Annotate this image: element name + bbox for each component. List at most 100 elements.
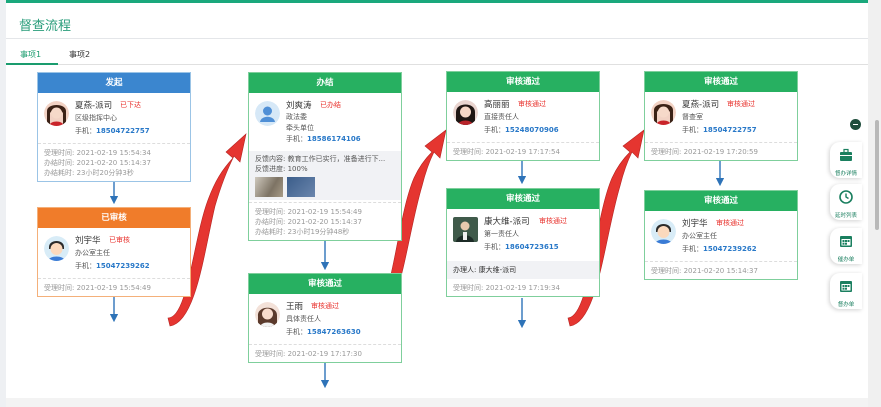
- person-phone: 手机：15047239262: [682, 245, 757, 253]
- status-badge: 审核通过: [716, 219, 744, 227]
- sidebar-item-reminder-form[interactable]: 催办单: [830, 228, 862, 264]
- person-name: 刘宇华: [75, 236, 101, 246]
- person-org: 政法委: [286, 113, 307, 121]
- person-phone: 手机：18504722757: [682, 126, 757, 134]
- person-name: 王雨: [286, 302, 304, 312]
- scrollbar-thumb[interactable]: [875, 120, 879, 230]
- status-badge: 已下达: [120, 101, 141, 109]
- sidebar-item-delay-list[interactable]: 延时列表: [830, 184, 862, 220]
- page-title: 督查流程: [19, 19, 72, 34]
- card-header: 审核通过: [645, 72, 797, 92]
- sidebar-item-supervision-form[interactable]: 督办单: [830, 273, 862, 309]
- avatar: [651, 219, 676, 244]
- avatar: [44, 101, 69, 126]
- briefcase-icon: [840, 148, 852, 161]
- status-badge: 已审核: [109, 236, 130, 244]
- person-role: 直接责任人: [484, 113, 519, 121]
- feedback-attachments: [255, 177, 395, 197]
- person-role: 办公室主任: [682, 232, 717, 240]
- person-name: 刘宇华: [682, 219, 708, 229]
- accept-time: 受理时间: 2021-02-20 15:14:37: [651, 267, 758, 275]
- card-header: 发起: [38, 73, 190, 93]
- avatar: [651, 100, 676, 125]
- elapsed-time: 办结耗时: 23小时19分钟48秒: [255, 228, 350, 236]
- status-badge: 已办结: [320, 101, 341, 109]
- feedback-content: 反馈内容: 教育工作已实行，准备进行下...: [255, 155, 386, 163]
- clock-icon: [839, 190, 853, 204]
- accept-time: 受理时间: 2021-02-19 17:20:59: [651, 148, 758, 156]
- tab-item-1[interactable]: 事项1: [20, 49, 41, 60]
- card-meta: 受理时间: 2021-02-19 15:54:34 办结时间: 2021-02-…: [38, 143, 190, 181]
- finish-time: 办结时间: 2021-02-20 15:14:37: [44, 159, 151, 167]
- person-role: 牵头单位: [286, 124, 314, 132]
- flow-card-approved: 审核通过 刘宇华 审核通过 办公室主任 手机：15047239262 受理时间:…: [644, 190, 798, 280]
- card-meta: 受理时间: 2021-02-19 15:54:49 办结时间: 2021-02-…: [249, 202, 401, 240]
- person-role: 第一责任人: [484, 230, 519, 238]
- card-header: 审核通过: [249, 274, 401, 294]
- status-badge: 审核通过: [311, 302, 339, 310]
- sidebar-collapse-button[interactable]: [850, 119, 861, 130]
- person-info: 夏燕-派司 已下达 区级指挥中心 手机：18504722757: [38, 93, 190, 143]
- person-role: 办公室主任: [75, 249, 110, 257]
- sidebar-item-label: 延时列表: [834, 213, 857, 219]
- avatar: [453, 217, 478, 242]
- accept-time: 受理时间: 2021-02-19 17:17:54: [453, 148, 560, 156]
- person-info: 康大维-派司 审核通过 第一责任人 手机：18604723615: [447, 209, 599, 259]
- person-role: 区级指挥中心: [75, 114, 117, 122]
- accept-time: 受理时间: 2021-02-19 15:54:49: [255, 208, 362, 216]
- card-header: 办结: [249, 73, 401, 93]
- elapsed-time: 办结耗时: 23小时20分钟3秒: [44, 169, 134, 177]
- attachment-thumbnail[interactable]: [287, 177, 315, 197]
- flow-card-approved: 审核通过 康大维-派司 审核通过 第一责任人 手机：18604723615 办理…: [446, 188, 600, 297]
- sidebar-item-supervision-detail[interactable]: 督办详情: [830, 142, 862, 178]
- avatar: [255, 302, 280, 327]
- sidebar-item-label: 督办单: [837, 302, 855, 308]
- person-phone: 手机：18586174106: [286, 135, 361, 143]
- person-name: 高丽丽: [484, 100, 510, 110]
- person-phone: 手机：15248070906: [484, 126, 559, 134]
- sidebar-item-label: 催办单: [837, 257, 855, 263]
- handler-info: 办理人: 康大维-派司: [447, 261, 599, 279]
- calendar-icon: [840, 236, 852, 247]
- flow-card-initiate: 发起 夏燕-派司 已下达 区级指挥中心 手机：18504722757 受理时间:…: [37, 72, 191, 182]
- flow-card-approved: 审核通过 夏燕-派司 审核通过 督查室 手机：18504722757 受理时间:…: [644, 71, 798, 161]
- finish-time: 办结时间: 2021-02-20 15:14:37: [255, 218, 362, 226]
- person-info: 刘宇华 已审核 办公室主任 手机：15047239262: [38, 228, 190, 278]
- avatar: [255, 101, 280, 126]
- card-header: 审核通过: [645, 191, 797, 211]
- horizontal-scrollbar[interactable]: [6, 398, 868, 407]
- card-header: 审核通过: [447, 72, 599, 92]
- attachment-thumbnail[interactable]: [255, 177, 283, 197]
- card-meta: 受理时间: 2021-02-19 17:17:54: [447, 142, 599, 160]
- person-info: 高丽丽 审核通过 直接责任人 手机：15248070906: [447, 92, 599, 142]
- card-meta: 受理时间: 2021-02-19 17:19:34: [447, 283, 599, 296]
- person-phone: 手机：18504722757: [75, 127, 150, 135]
- person-role: 督查室: [682, 113, 703, 121]
- person-name: 夏燕-派司: [75, 101, 113, 111]
- avatar: [453, 100, 478, 125]
- card-meta: 受理时间: 2021-02-19 17:20:59: [645, 142, 797, 160]
- person-phone: 手机：15047239262: [75, 262, 150, 270]
- feedback-box: 反馈内容: 教育工作已实行，准备进行下... 反馈进度: 100%: [249, 151, 401, 200]
- card-meta: 受理时间: 2021-02-19 17:17:30: [249, 344, 401, 362]
- person-phone: 手机：15847263630: [286, 328, 361, 336]
- accept-time: 受理时间: 2021-02-19 15:54:34: [44, 149, 151, 157]
- tab-item-2[interactable]: 事项2: [69, 49, 90, 60]
- avatar: [44, 236, 69, 261]
- card-meta: 受理时间: 2021-02-19 15:54:49: [38, 278, 190, 296]
- flow-card-approved: 审核通过 王雨 审核通过 具体责任人 手机：15847263630 受理时间: …: [248, 273, 402, 363]
- person-info: 夏燕-派司 审核通过 督查室 手机：18504722757: [645, 92, 797, 142]
- card-header: 已审核: [38, 208, 190, 228]
- person-info: 刘爽涛 已办结 政法委 牵头单位 手机：18586174106: [249, 93, 401, 145]
- flow-card-completed: 办结 刘爽涛 已办结 政法委 牵头单位 手机：18586174106 反馈内容:…: [248, 72, 402, 241]
- person-info: 王雨 审核通过 具体责任人 手机：15847263630: [249, 294, 401, 344]
- flow-card-approved: 审核通过 高丽丽 审核通过 直接责任人 手机：15248070906 受理时间:…: [446, 71, 600, 161]
- accept-time: 受理时间: 2021-02-19 17:19:34: [453, 284, 560, 292]
- status-badge: 审核通过: [539, 217, 567, 225]
- status-badge: 审核通过: [727, 100, 755, 108]
- person-phone: 手机：18604723615: [484, 243, 559, 251]
- calendar-icon: [840, 281, 852, 292]
- status-badge: 审核通过: [518, 100, 546, 108]
- accept-time: 受理时间: 2021-02-19 17:17:30: [255, 350, 362, 358]
- person-name: 夏燕-派司: [682, 100, 720, 110]
